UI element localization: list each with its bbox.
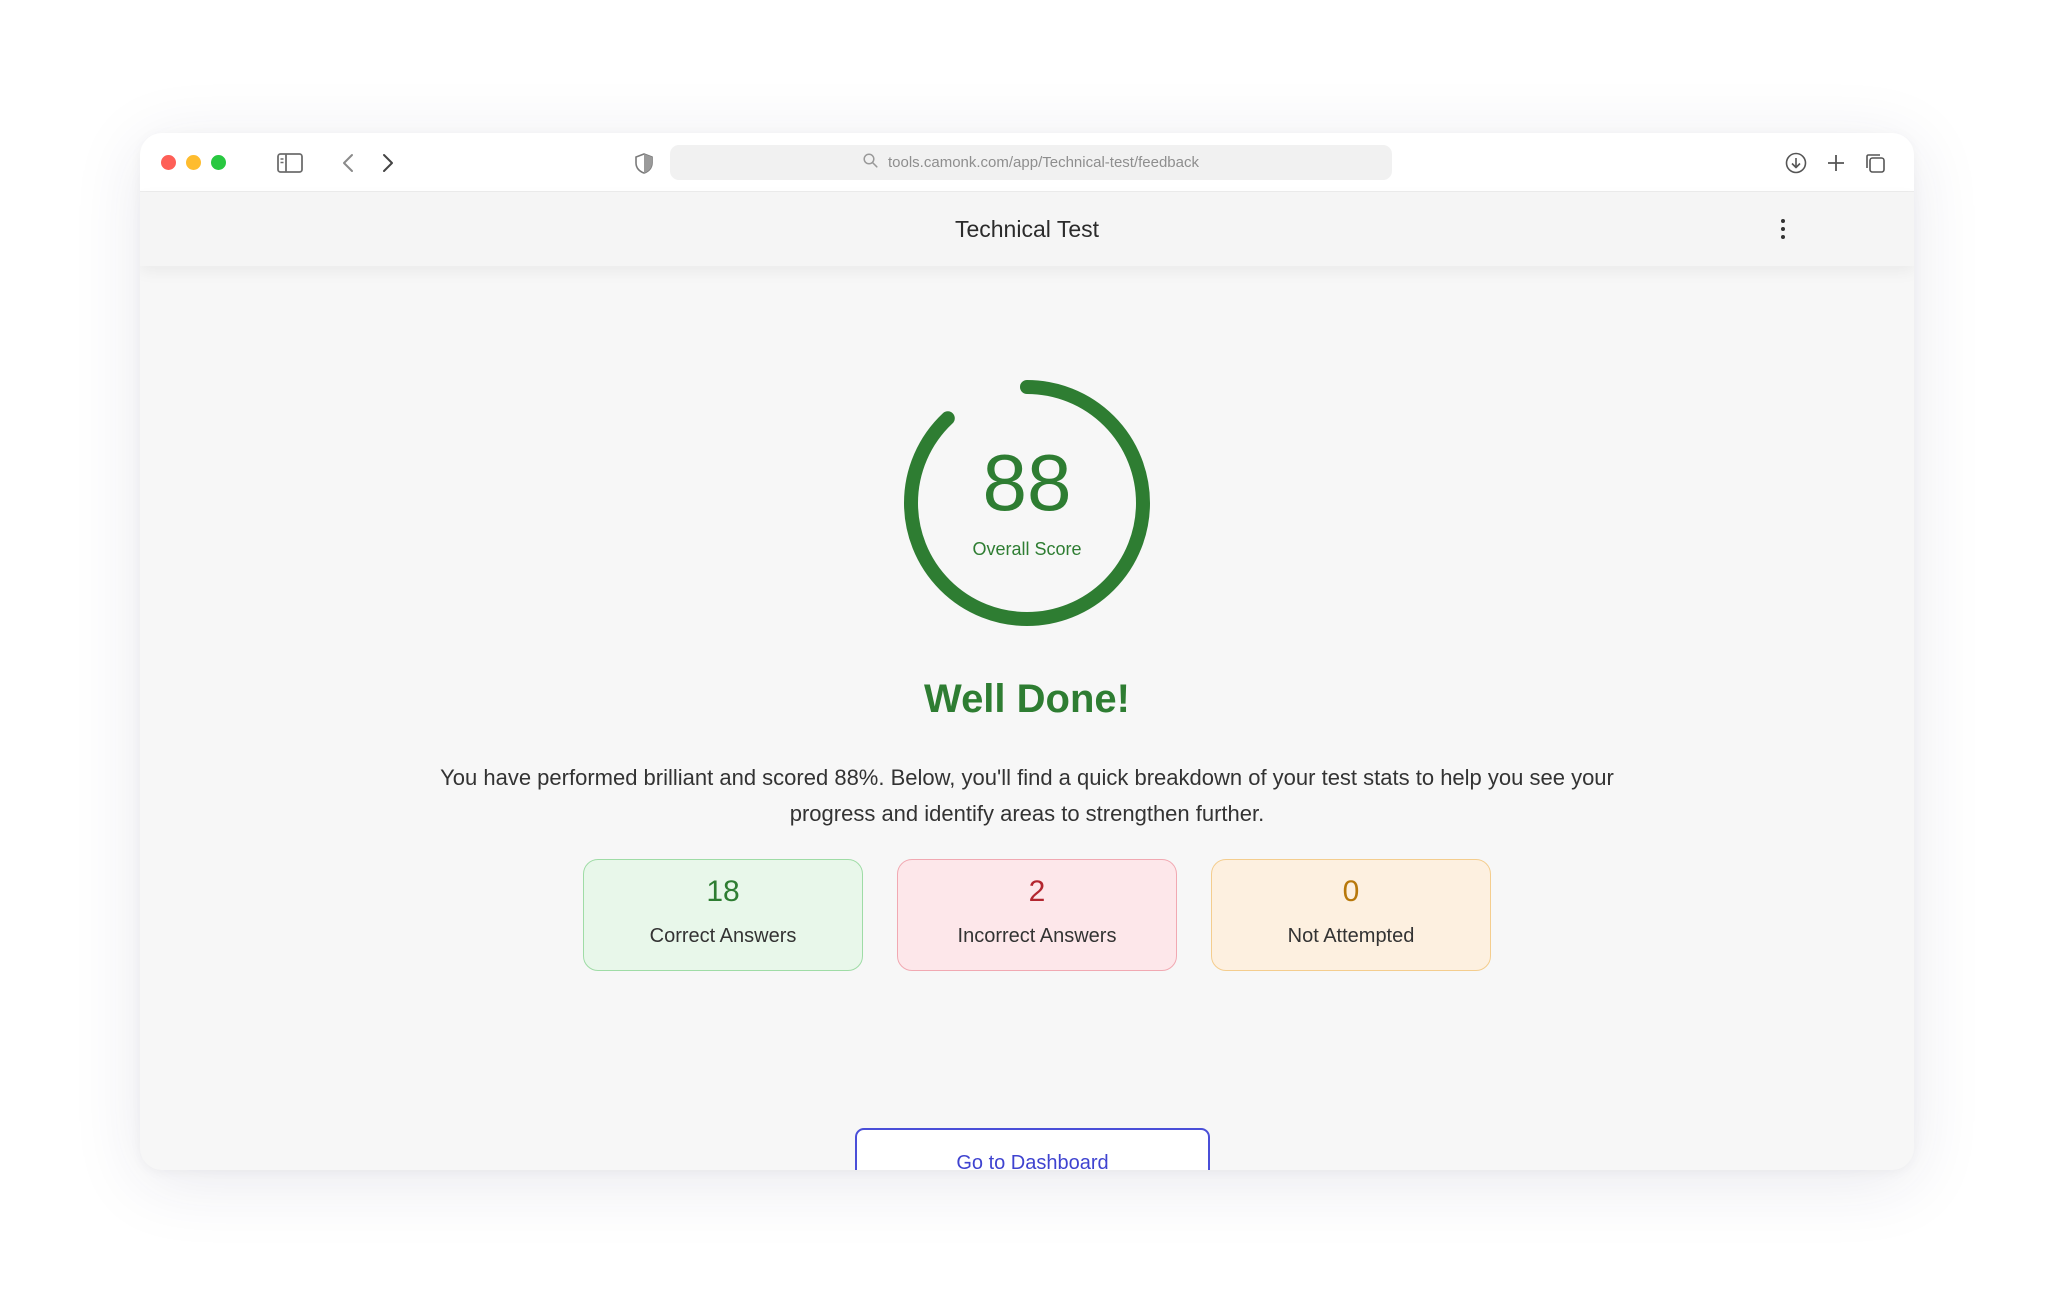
- incorrect-answers-count: 2: [1028, 875, 1046, 908]
- correct-answers-label: Correct Answers: [649, 925, 797, 947]
- search-icon: [863, 153, 878, 172]
- correct-answers-count: 18: [706, 875, 740, 908]
- not-attempted-card: 0 Not Attempted: [1211, 859, 1491, 971]
- address-bar[interactable]: tools.camonk.com/app/Technical-test/feed…: [670, 145, 1392, 180]
- browser-window: tools.camonk.com/app/Technical-test/feed…: [140, 133, 1914, 1170]
- maximize-window-button[interactable]: [211, 155, 226, 170]
- app-header: Technical Test: [140, 192, 1914, 266]
- shield-icon[interactable]: [632, 151, 656, 175]
- incorrect-answers-label: Incorrect Answers: [957, 925, 1117, 947]
- not-attempted-count: 0: [1342, 875, 1360, 908]
- incorrect-answers-card: 2 Incorrect Answers: [897, 859, 1177, 971]
- kebab-menu-icon[interactable]: [1768, 214, 1798, 244]
- result-description: You have performed brilliant and scored …: [440, 765, 1614, 826]
- page-title: Technical Test: [954, 215, 1100, 242]
- close-window-button[interactable]: [161, 155, 176, 170]
- correct-answers-card: 18 Correct Answers: [583, 859, 863, 971]
- result-headline: Well Done!: [924, 677, 1130, 721]
- minimize-window-button[interactable]: [186, 155, 201, 170]
- overall-score-label: Overall Score: [972, 539, 1082, 559]
- forward-arrow-icon[interactable]: [376, 150, 400, 176]
- browser-toolbar: tools.camonk.com/app/Technical-test/feed…: [140, 133, 1914, 192]
- url-text: tools.camonk.com/app/Technical-test/feed…: [888, 154, 1199, 171]
- go-to-dashboard-button[interactable]: Go to Dashboard: [855, 1128, 1210, 1170]
- not-attempted-label: Not Attempted: [1287, 925, 1415, 947]
- tabs-icon[interactable]: [1862, 150, 1888, 176]
- back-arrow-icon[interactable]: [336, 150, 360, 176]
- sidebar-toggle-icon[interactable]: [276, 150, 304, 176]
- plus-icon[interactable]: [1823, 150, 1849, 176]
- download-icon[interactable]: [1783, 150, 1809, 176]
- overall-score-value: 88: [982, 438, 1072, 527]
